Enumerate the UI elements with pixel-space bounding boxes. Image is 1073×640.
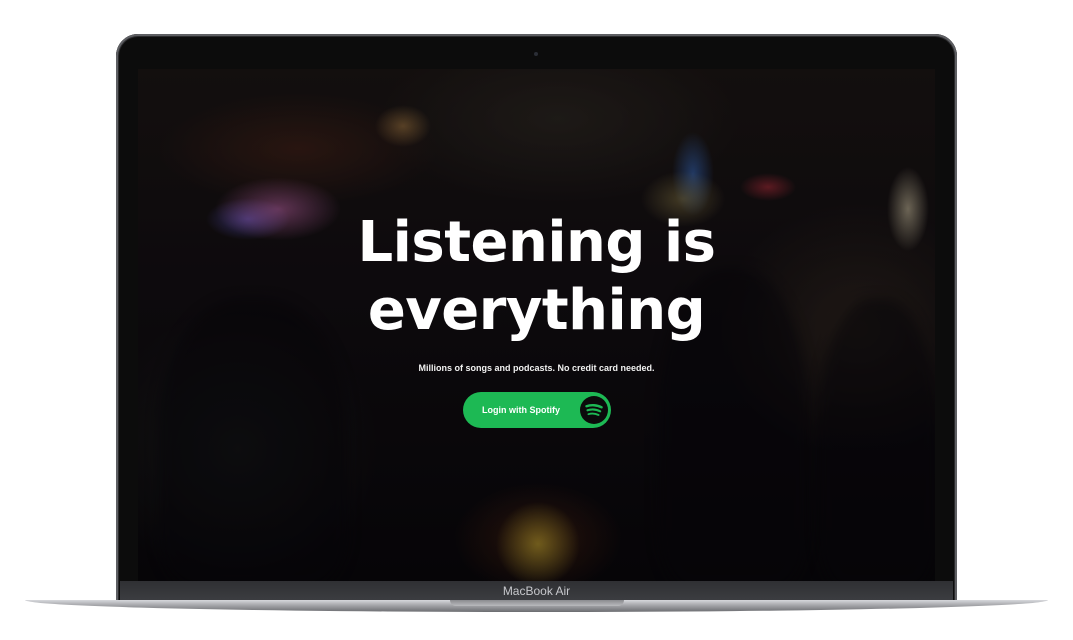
laptop-hinge-notch [450,600,624,606]
login-button-label: Login with Spotify [482,405,560,415]
device-brand-label: MacBook Air [502,584,571,598]
webcam [534,52,538,56]
laptop-mockup: Listening is everything Millions of song… [0,0,1073,640]
hero-section: Listening is everything Millions of song… [138,209,935,373]
spotify-logo-icon [580,396,608,424]
page-headline: Listening is everything [138,209,935,345]
page-subtitle: Millions of songs and podcasts. No credi… [418,363,655,373]
login-with-spotify-button[interactable]: Login with Spotify [463,392,611,428]
headline-line-2: everything [367,278,706,343]
laptop-screen: Listening is everything Millions of song… [138,69,935,581]
headline-line-1: Listening is [357,210,717,275]
laptop-chin: MacBook Air [120,581,953,601]
